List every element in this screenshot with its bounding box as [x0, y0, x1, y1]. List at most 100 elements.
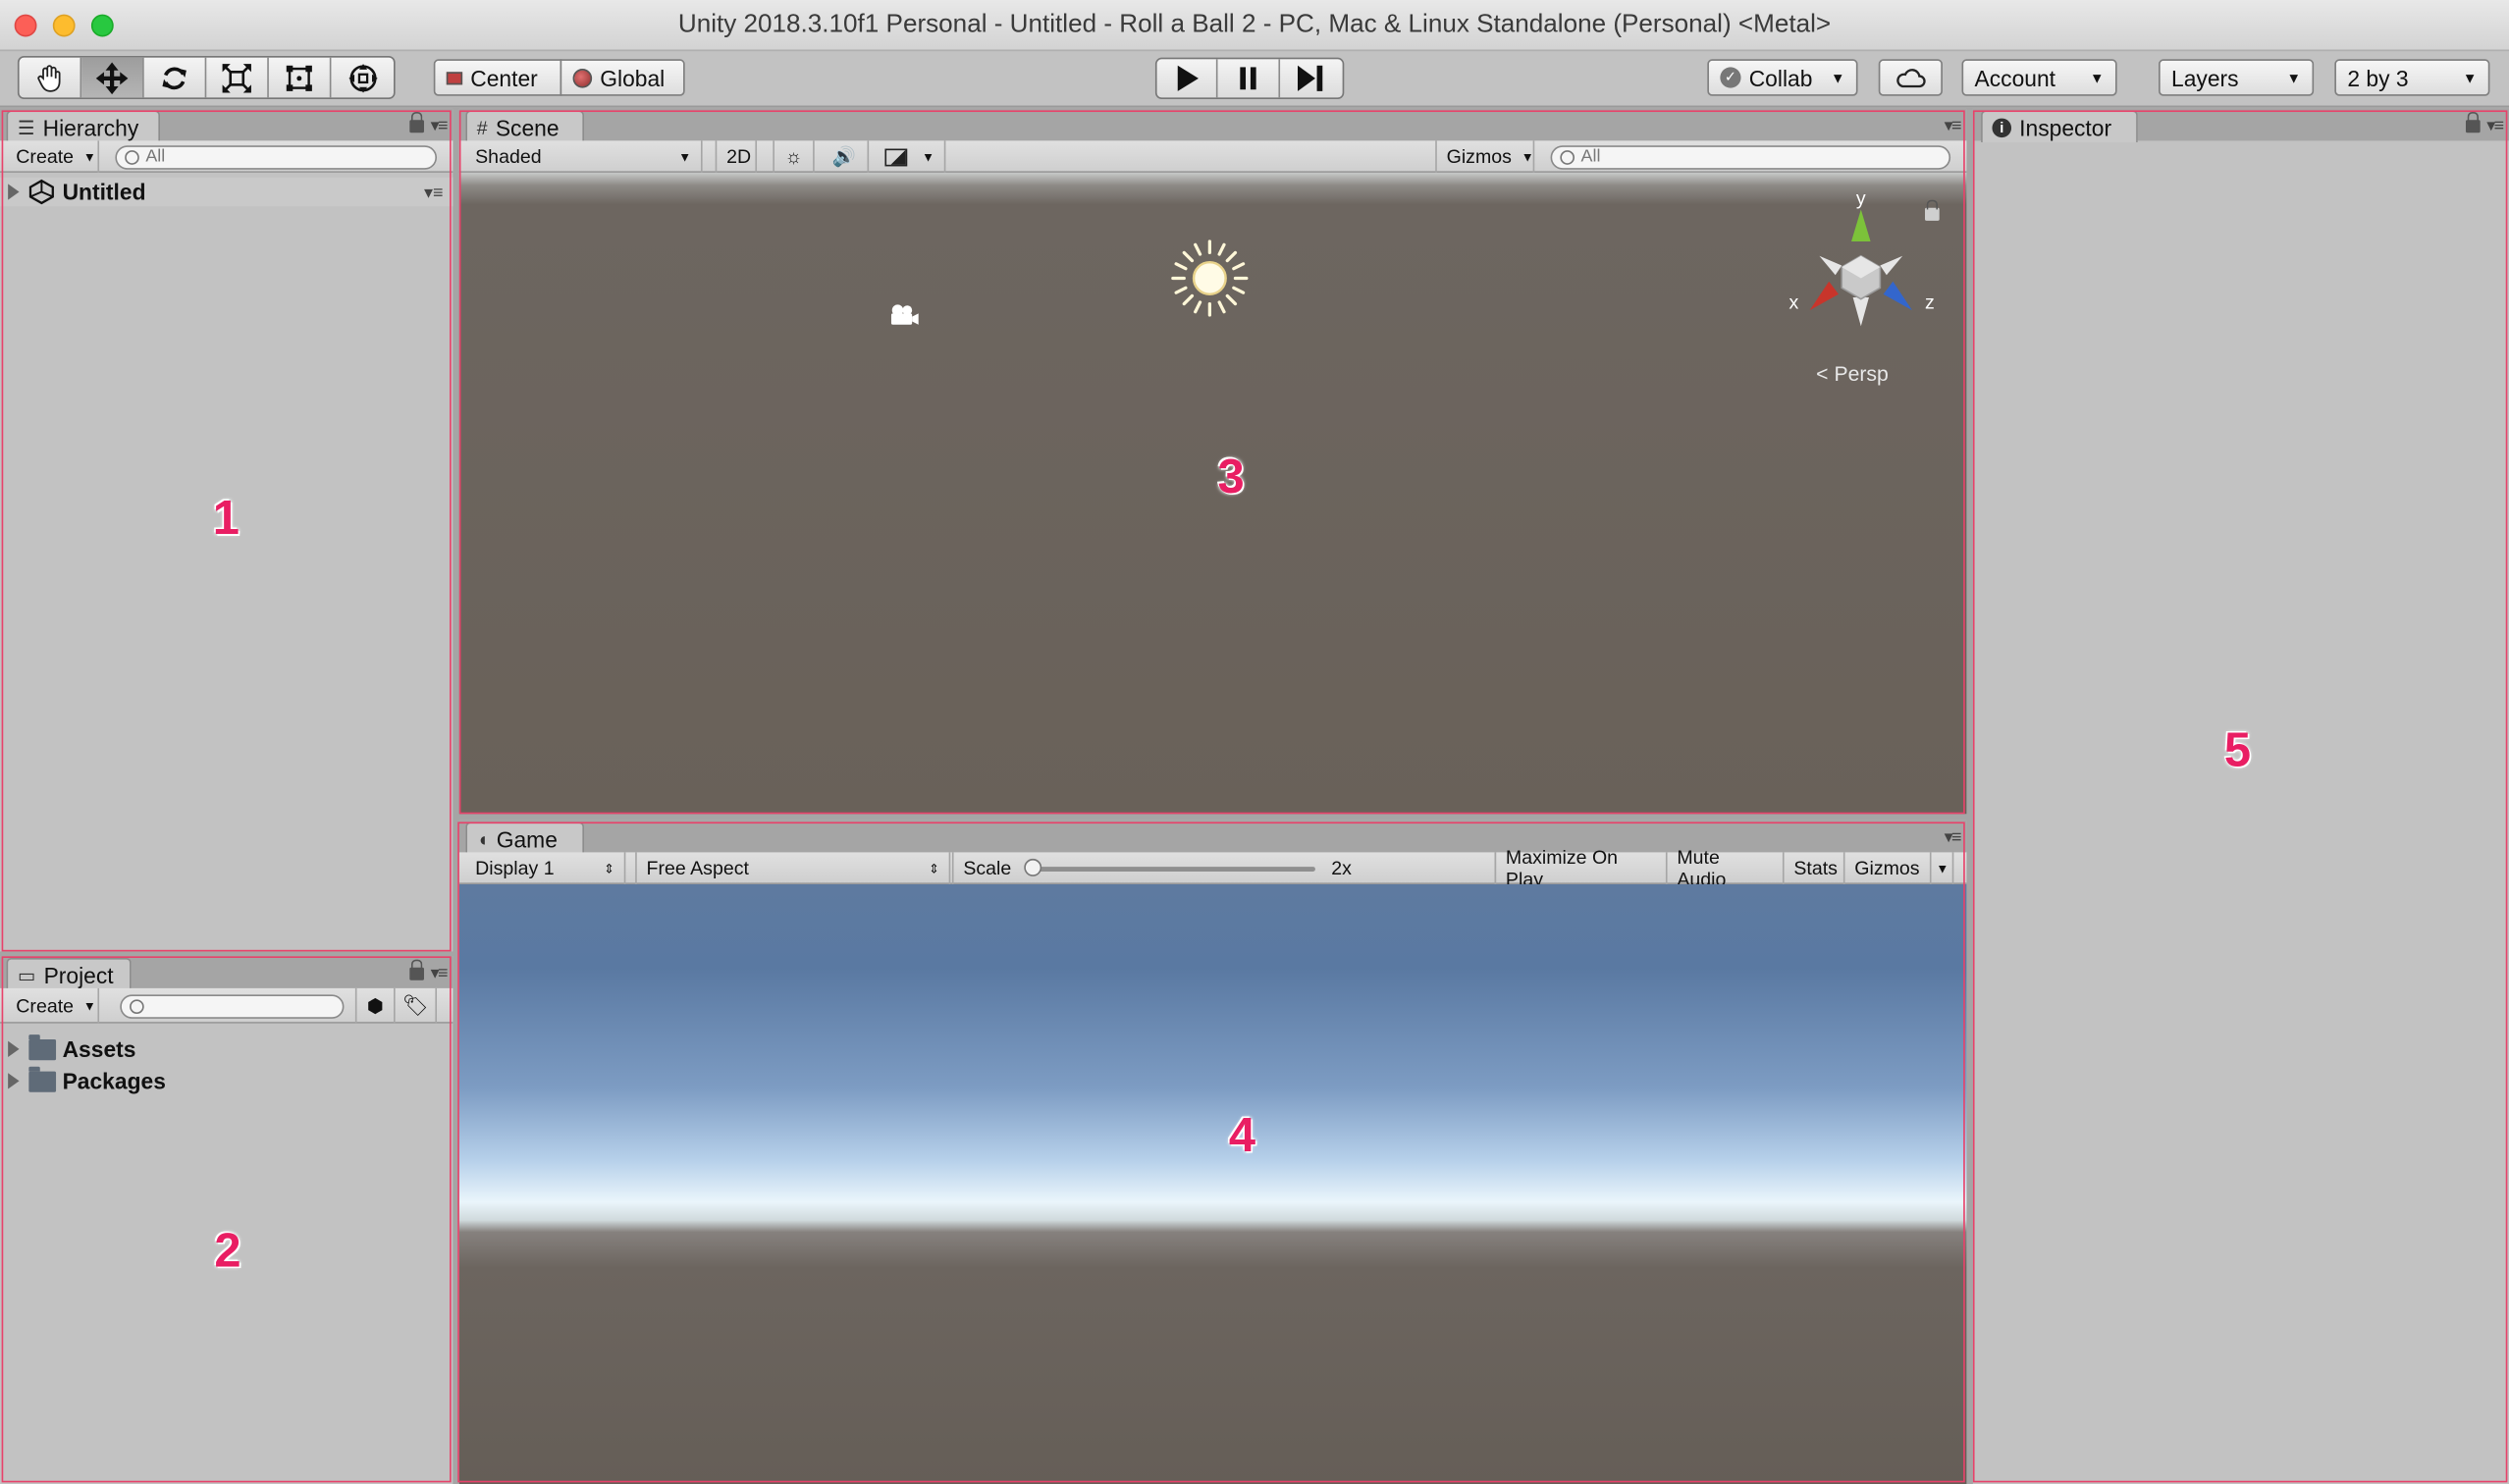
pivot-mode-button[interactable]: Center [433, 59, 562, 96]
projection-toggle[interactable]: < Persp [1816, 361, 1889, 385]
scale-slider[interactable] [1024, 858, 1315, 878]
lock-icon[interactable] [2466, 112, 2481, 133]
step-button[interactable] [1280, 59, 1343, 97]
chevron-down-icon: ▼ [922, 149, 934, 165]
stats-toggle[interactable]: Stats [1785, 852, 1845, 885]
hierarchy-search-input[interactable]: All [115, 145, 438, 170]
scene-audio-toggle[interactable]: 🔊 [821, 140, 870, 173]
folder-row-assets[interactable]: Assets [0, 1034, 453, 1063]
scene-viewport[interactable]: y x z < Persp [458, 172, 1967, 815]
scale-tool-button[interactable] [206, 57, 269, 98]
project-toolbar: Create ▼ ⬢ 🏷 [0, 987, 454, 1024]
chevron-down-icon: ▼ [2462, 69, 2478, 86]
pacman-game-icon: ◖ [476, 827, 489, 851]
display-dropdown[interactable]: Display 1 ⇕ [465, 852, 626, 885]
combined-transform-icon [347, 63, 377, 92]
pause-button[interactable] [1218, 59, 1280, 98]
tab-project[interactable]: ▭ Project [6, 957, 132, 990]
expand-arrow-icon[interactable] [8, 1073, 20, 1089]
pivot-rotation-button[interactable]: Global [560, 59, 685, 96]
tab-inspector[interactable]: i Inspector [1981, 110, 2138, 143]
shading-mode-dropdown[interactable]: Shaded ▼ [465, 140, 703, 173]
filter-by-type-button[interactable]: ⬢ [354, 987, 396, 1024]
panel-menu-icon[interactable]: ▾≡ [1945, 826, 1962, 848]
scale-slider-thumb[interactable] [1024, 858, 1042, 876]
gizmo-z-label: z [1925, 292, 1935, 313]
project-search-input[interactable] [120, 994, 345, 1019]
panel-menu-icon[interactable]: ▾≡ [2466, 112, 2504, 135]
scene-toolbar: Shaded ▼ 2D ☼ 🔊 ▼ Gizmos ▼ All [458, 140, 1967, 173]
rotate-tool-button[interactable] [144, 57, 207, 98]
transform-tools [17, 56, 396, 100]
directional-light-icon[interactable] [1168, 237, 1252, 320]
lock-icon[interactable] [409, 959, 425, 980]
panel-menu-icon[interactable]: ▾≡ [409, 959, 448, 983]
expand-arrow-icon[interactable] [8, 1040, 20, 1057]
annotation-label-2: 2 [214, 1225, 241, 1278]
folder-row-packages[interactable]: Packages [0, 1065, 453, 1095]
play-icon [1177, 65, 1199, 91]
image-icon [884, 147, 908, 166]
window-title: Unity 2018.3.10f1 Personal - Untitled - … [677, 11, 1832, 39]
scene-effects-dropdown[interactable]: ▼ [876, 140, 946, 173]
speaker-icon: 🔊 [831, 145, 857, 169]
scene-search-input[interactable]: All [1550, 145, 1951, 170]
game-gizmos-dropdown[interactable]: ▼ [1932, 852, 1954, 885]
layers-dropdown[interactable]: Layers ▼ [2159, 59, 2315, 96]
layout-dropdown[interactable]: 2 by 3 ▼ [2334, 59, 2490, 96]
scene-row[interactable]: Untitled ▾≡ [0, 177, 454, 207]
cloud-services-button[interactable] [1878, 59, 1943, 96]
camera-icon[interactable] [883, 300, 922, 329]
updown-arrows-icon: ⇕ [928, 861, 939, 876]
updown-arrows-icon: ⇕ [604, 861, 614, 876]
account-dropdown[interactable]: Account ▼ [1961, 59, 2117, 96]
move-tool-button[interactable] [81, 57, 144, 98]
scene-orientation-gizmo[interactable]: y x z [1772, 183, 1948, 327]
collab-dropdown[interactable]: ✓ Collab ▼ [1707, 59, 1858, 96]
chevron-down-icon: ▼ [1936, 861, 1949, 876]
hand-tool-button[interactable] [20, 57, 82, 98]
mute-audio-toggle[interactable]: Mute Audio [1668, 846, 1785, 891]
hand-icon [37, 64, 61, 91]
game-gizmos-toggle[interactable]: Gizmos [1845, 852, 1932, 885]
annotation-label-1: 1 [212, 492, 240, 546]
expand-arrow-icon[interactable] [8, 184, 20, 200]
play-button[interactable] [1157, 59, 1219, 98]
info-icon: i [1992, 118, 2012, 138]
gizmo-lock-icon[interactable] [1925, 199, 1940, 221]
unity-scene-icon [28, 179, 54, 205]
tab-game[interactable]: ◖ Game [465, 822, 584, 855]
maximize-on-play-toggle[interactable]: Maximize On Play [1494, 846, 1668, 891]
hierarchy-toolbar: Create ▼ All [0, 140, 454, 173]
filter-by-label-button[interactable]: 🏷 [396, 987, 438, 1024]
gizmo-y-label: y [1856, 188, 1866, 210]
pause-icon [1240, 67, 1256, 90]
hierarchy-create-dropdown[interactable]: Create ▼ [7, 140, 100, 173]
rotate-icon [162, 66, 187, 89]
project-create-dropdown[interactable]: Create ▼ [7, 987, 100, 1024]
scene-gizmos-dropdown[interactable]: Gizmos ▼ [1435, 140, 1535, 173]
scene-menu-icon[interactable]: ▾≡ [424, 182, 443, 203]
panel-menu-icon[interactable]: ▾≡ [409, 112, 448, 135]
rect-tool-button[interactable] [269, 57, 332, 98]
tag-icon: 🏷 [401, 992, 429, 1018]
2d-mode-toggle[interactable]: 2D [715, 140, 758, 173]
tab-hierarchy[interactable]: ☰ Hierarchy [6, 110, 161, 143]
panel-menu-icon[interactable]: ▾≡ [1945, 115, 1962, 136]
persp-arrow-icon: < [1816, 361, 1829, 386]
game-viewport[interactable] [458, 884, 1967, 1484]
sun-icon: ☼ [784, 145, 803, 169]
grid-hash-icon: # [476, 116, 488, 139]
project-panel: ▭ Project ▾≡ Create ▼ ⬢ 🏷 Assets Package… [0, 956, 454, 1484]
playback-controls [1154, 57, 1345, 100]
aspect-dropdown[interactable]: Free Aspect ⇕ [635, 852, 951, 885]
lock-icon[interactable] [409, 112, 425, 133]
scene-lighting-toggle[interactable]: ☼ [773, 140, 815, 173]
chevron-down-icon: ▼ [1830, 69, 1845, 86]
step-icon [1298, 65, 1323, 91]
tab-scene[interactable]: # Scene [465, 110, 584, 143]
transform-tool-button[interactable] [331, 58, 394, 98]
inspector-panel: i Inspector ▾≡ [1972, 108, 2509, 1484]
cloud-icon [1896, 68, 1926, 87]
chevron-down-icon: ▼ [2286, 69, 2302, 86]
